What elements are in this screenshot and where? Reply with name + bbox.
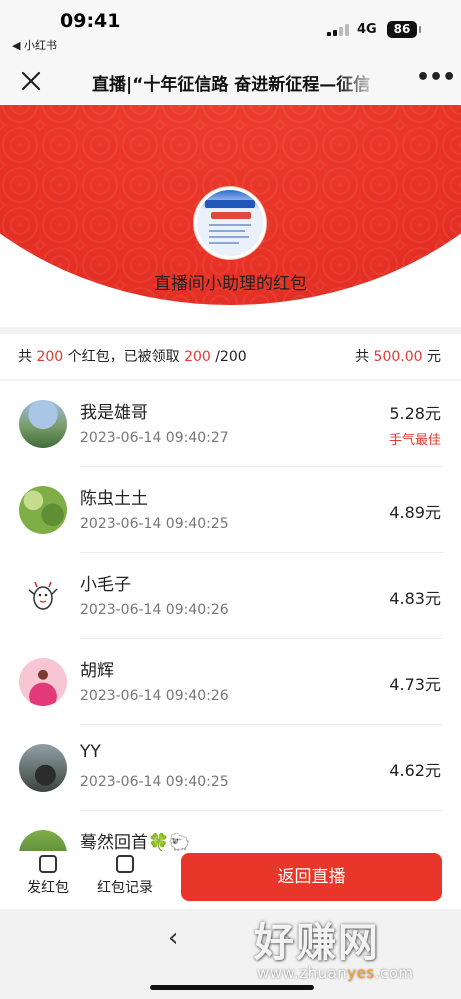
close-icon[interactable] <box>18 68 44 94</box>
more-icon[interactable]: ••• <box>416 67 456 94</box>
summary-mid: 个红包，已被领取 <box>63 349 185 365</box>
list-item[interactable]: YY 2023-06-14 09:40:25 4.62元 <box>0 725 461 811</box>
receiver-name: YY <box>80 742 101 762</box>
receive-time: 2023-06-14 09:40:25 <box>80 774 229 790</box>
avatar <box>19 486 67 534</box>
receiver-name: 胡辉 <box>80 661 114 681</box>
red-packet-title: 直播间小助理的红包 <box>154 274 307 294</box>
send-label: 发红包 <box>27 880 69 896</box>
list-item[interactable]: 陈虫土土 2023-06-14 09:40:25 4.89元 <box>0 467 461 553</box>
summary-total: /200 <box>210 349 247 365</box>
avatar <box>19 830 67 851</box>
best-luck-badge: 手气最佳 <box>388 433 441 448</box>
list-item[interactable]: 小毛子 2023-06-14 09:40:26 4.83元 <box>0 553 461 639</box>
status-time: 09:41 <box>60 10 121 32</box>
amount-prefix: 共 <box>355 349 374 365</box>
receive-amount: 4.89元 <box>389 503 441 522</box>
watermark-url-a: www.zhuan <box>257 964 348 982</box>
browser-toolbar: ‹ › <box>0 909 461 999</box>
receiver-name: 陈虫土土 <box>80 489 148 509</box>
nav-bar: 直播|“十年征信路 奋进新征程—征信 ••• <box>0 58 461 105</box>
receive-amount: 5.28元 <box>389 404 441 423</box>
avatar <box>19 658 67 706</box>
receive-amount: 4.73元 <box>389 675 441 694</box>
avatar <box>19 572 67 620</box>
sender-avatar <box>194 187 266 259</box>
receive-time: 2023-06-14 09:40:27 <box>80 430 229 446</box>
watermark-url-b: yes <box>347 964 375 982</box>
avatar <box>19 744 67 792</box>
summary-bar: 共 200 个红包，已被领取 200 /200 共 500.00 元 <box>0 334 461 379</box>
total-count: 200 <box>36 349 64 365</box>
receive-amount: 4.62元 <box>389 761 441 780</box>
avatar <box>19 400 67 448</box>
list-item[interactable]: 我是雄哥 2023-06-14 09:40:27 5.28元 手气最佳 <box>0 381 461 467</box>
watermark-url-c: .com <box>374 964 414 982</box>
status-bar: 09:41 ◀ 小红书 4G 86 <box>0 0 461 58</box>
home-indicator <box>150 985 314 990</box>
battery-icon: 86 <box>387 21 421 38</box>
receive-time: 2023-06-14 09:40:26 <box>80 602 229 618</box>
receiver-name: 小毛子 <box>80 575 131 595</box>
action-bar: 发红包 红包记录 返回直播 <box>0 851 461 909</box>
red-packet-history-button[interactable]: 红包记录 <box>93 855 157 897</box>
poster-thumbnail <box>197 190 263 256</box>
list-item[interactable]: 胡辉 2023-06-14 09:40:26 4.73元 <box>0 639 461 725</box>
total-amount: 500.00 <box>373 349 423 365</box>
summary-prefix: 共 <box>18 349 37 365</box>
page-title: 直播|“十年征信路 奋进新征程—征信 <box>92 75 371 95</box>
receive-time: 2023-06-14 09:40:25 <box>80 516 229 532</box>
signal-icon <box>327 24 351 36</box>
red-packet-icon <box>39 855 57 873</box>
receiver-list[interactable]: 我是雄哥 2023-06-14 09:40:27 5.28元 手气最佳 陈虫土土… <box>0 381 461 851</box>
back-to-app-link[interactable]: ◀ 小红书 <box>12 37 57 53</box>
record-icon <box>116 855 134 873</box>
received-count: 200 <box>184 349 211 365</box>
watermark-logo: 好赚网 <box>254 920 380 966</box>
amount-suffix: 元 <box>422 349 441 365</box>
receiver-name: 我是雄哥 <box>80 403 148 423</box>
network-type: 4G <box>357 22 377 37</box>
send-red-packet-button[interactable]: 发红包 <box>16 855 80 897</box>
summary-count: 共 200 个红包，已被领取 200 /200 <box>18 346 247 366</box>
list-item[interactable]: 蓦然回首🍀🐑 <box>0 811 461 851</box>
back-to-live-button[interactable]: 返回直播 <box>181 853 442 901</box>
receiver-name: 蓦然回首🍀🐑 <box>80 833 191 851</box>
receive-amount: 4.83元 <box>389 589 441 608</box>
history-label: 红包记录 <box>97 880 153 896</box>
watermark-url: www.zhuanyes.com <box>257 964 414 982</box>
red-packet-header: 直播间小助理的红包 <box>0 105 461 327</box>
back-chevron-icon[interactable]: ‹ <box>168 923 178 953</box>
receive-time: 2023-06-14 09:40:26 <box>80 688 229 704</box>
summary-amount: 共 500.00 元 <box>355 346 441 366</box>
